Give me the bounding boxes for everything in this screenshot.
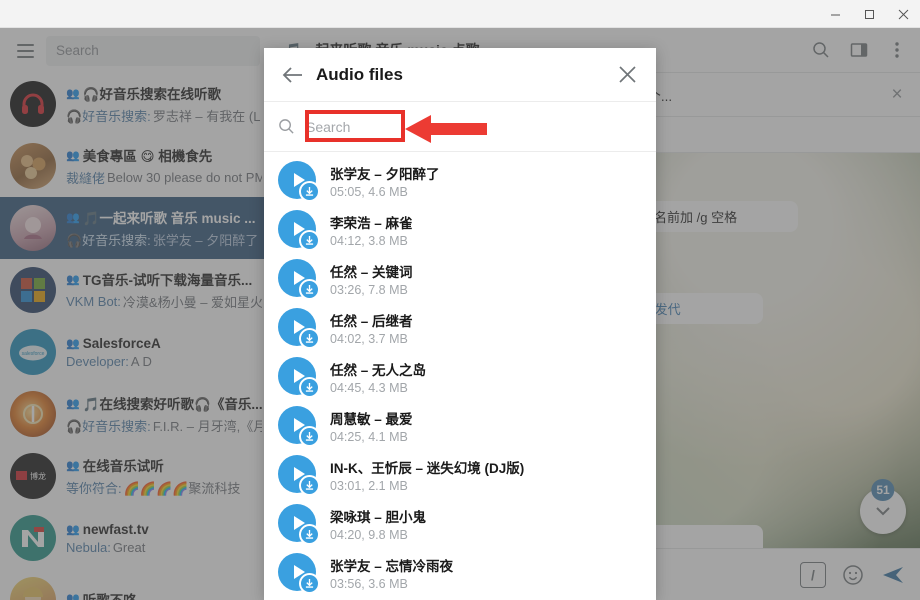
search-icon — [278, 118, 304, 135]
download-icon[interactable] — [299, 377, 320, 398]
audio-file-title: 任然 – 关键词 — [330, 261, 642, 281]
audio-play-icon-wrap[interactable] — [278, 553, 318, 593]
audio-play-icon-wrap[interactable] — [278, 259, 318, 299]
audio-file-title: 梁咏琪 – 胆小鬼 — [330, 506, 642, 526]
audio-file-details: 03:26, 7.8 MB — [330, 283, 642, 297]
audio-file-meta: 张学友 – 忘情冷雨夜 03:56, 3.6 MB — [330, 555, 642, 591]
audio-file-row[interactable]: 任然 – 无人之岛 04:45, 4.3 MB — [264, 352, 656, 401]
audio-file-details: 05:05, 4.6 MB — [330, 185, 642, 199]
window-minimize-button[interactable] — [818, 0, 852, 28]
audio-file-row[interactable]: 任然 – 关键词 03:26, 7.8 MB — [264, 254, 656, 303]
audio-file-details: 04:25, 4.1 MB — [330, 430, 642, 444]
audio-play-icon-wrap[interactable] — [278, 406, 318, 446]
download-icon[interactable] — [299, 230, 320, 251]
audio-file-row[interactable]: 周慧敏 – 最爱 04:25, 4.1 MB — [264, 401, 656, 450]
audio-file-details: 03:01, 2.1 MB — [330, 479, 642, 493]
audio-file-title: 张学友 – 夕阳醉了 — [330, 163, 642, 183]
audio-file-title: 周慧敏 – 最爱 — [330, 408, 642, 428]
download-icon[interactable] — [299, 426, 320, 447]
audio-play-icon-wrap[interactable] — [278, 161, 318, 201]
audio-file-row[interactable]: 张学友 – 夕阳醉了 05:05, 4.6 MB — [264, 156, 656, 205]
window-titlebar — [0, 0, 920, 28]
audio-file-title: 李荣浩 – 麻雀 — [330, 212, 642, 232]
close-icon[interactable] — [612, 60, 642, 90]
audio-file-title: 张学友 – 忘情冷雨夜 — [330, 555, 642, 575]
audio-file-meta: 任然 – 关键词 03:26, 7.8 MB — [330, 261, 642, 297]
audio-file-meta: 李荣浩 – 麻雀 04:12, 3.8 MB — [330, 212, 642, 248]
audio-play-icon-wrap[interactable] — [278, 455, 318, 495]
window-controls — [818, 0, 920, 28]
audio-file-title: 任然 – 后继者 — [330, 310, 642, 330]
audio-files-modal: Audio files 张学友 – 夕阳醉了 05:05, 4.6 MB 李荣浩 –… — [264, 48, 656, 600]
download-icon[interactable] — [299, 573, 320, 594]
modal-search-row — [264, 102, 656, 152]
audio-file-meta: 任然 – 无人之岛 04:45, 4.3 MB — [330, 359, 642, 395]
audio-file-meta: 张学友 – 夕阳醉了 05:05, 4.6 MB — [330, 163, 642, 199]
audio-file-meta: IN-K、王忻辰 – 迷失幻境 (DJ版) 03:01, 2.1 MB — [330, 457, 642, 493]
audio-file-details: 04:45, 4.3 MB — [330, 381, 642, 395]
audio-file-meta: 梁咏琪 – 胆小鬼 04:20, 9.8 MB — [330, 506, 642, 542]
audio-file-meta: 任然 – 后继者 04:02, 3.7 MB — [330, 310, 642, 346]
download-icon[interactable] — [299, 475, 320, 496]
audio-file-row[interactable]: 梁咏琪 – 胆小鬼 04:20, 9.8 MB — [264, 499, 656, 548]
modal-title: Audio files — [316, 65, 612, 85]
audio-file-title: 任然 – 无人之岛 — [330, 359, 642, 379]
download-icon[interactable] — [299, 181, 320, 202]
audio-play-icon-wrap[interactable] — [278, 210, 318, 250]
audio-file-details: 04:20, 9.8 MB — [330, 528, 642, 542]
modal-header: Audio files — [264, 48, 656, 102]
app-window: Search 👥🎧好音乐搜索在线听歌🎧好音乐搜索: 罗志祥 – 有我在 (L👥美… — [0, 0, 920, 600]
audio-file-list[interactable]: 张学友 – 夕阳醉了 05:05, 4.6 MB 李荣浩 – 麻雀 04:12, 3.… — [264, 152, 656, 600]
audio-file-details: 03:56, 3.6 MB — [330, 577, 642, 591]
search-input[interactable] — [304, 112, 642, 142]
audio-file-title: IN-K、王忻辰 – 迷失幻境 (DJ版) — [330, 457, 642, 477]
audio-file-details: 04:12, 3.8 MB — [330, 234, 642, 248]
audio-file-row[interactable]: 李荣浩 – 麻雀 04:12, 3.8 MB — [264, 205, 656, 254]
audio-play-icon-wrap[interactable] — [278, 308, 318, 348]
audio-play-icon-wrap[interactable] — [278, 357, 318, 397]
download-icon[interactable] — [299, 524, 320, 545]
window-close-button[interactable] — [886, 0, 920, 28]
window-maximize-button[interactable] — [852, 0, 886, 28]
back-arrow-icon[interactable] — [278, 60, 308, 90]
audio-file-row[interactable]: 张学友 – 忘情冷雨夜 03:56, 3.6 MB — [264, 548, 656, 597]
download-icon[interactable] — [299, 328, 320, 349]
audio-file-row[interactable]: IN-K、王忻辰 – 迷失幻境 (DJ版) 03:01, 2.1 MB — [264, 450, 656, 499]
audio-play-icon-wrap[interactable] — [278, 504, 318, 544]
audio-file-row[interactable]: 任然 – 后继者 04:02, 3.7 MB — [264, 303, 656, 352]
audio-file-meta: 周慧敏 – 最爱 04:25, 4.1 MB — [330, 408, 642, 444]
download-icon[interactable] — [299, 279, 320, 300]
audio-file-details: 04:02, 3.7 MB — [330, 332, 642, 346]
